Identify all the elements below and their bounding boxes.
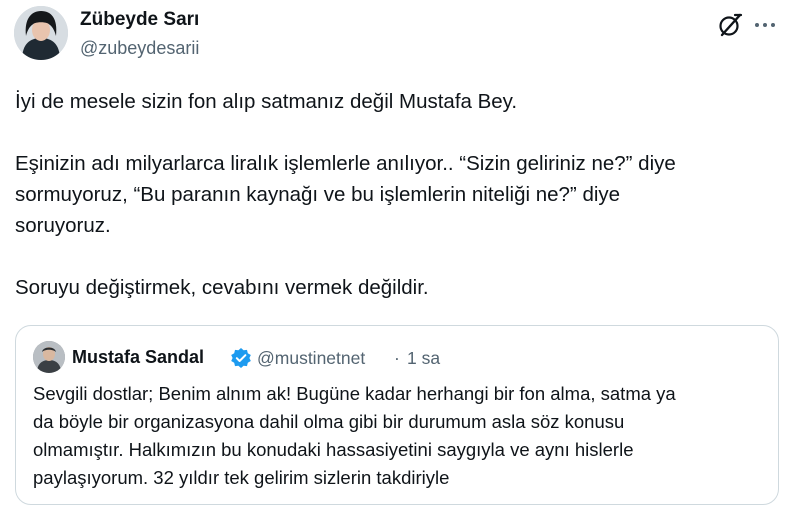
tweet-line: soruyoruz. (15, 214, 111, 237)
author-handle[interactable]: @zubeydesarii (80, 38, 199, 59)
quoted-line: paylaşıyorum. 32 yıldır tek gelirim sizl… (33, 467, 450, 488)
verified-badge-icon (230, 347, 252, 369)
tweet-line: Soruyu değiştirmek, cevabını vermek deği… (15, 276, 429, 299)
quoted-tweet-text: Sevgili dostlar; Benim alnım ak! Bugüne … (33, 380, 768, 492)
tweet-line: İyi de mesele sizin fon alıp satmanız de… (15, 90, 518, 113)
author-avatar-image (14, 6, 68, 60)
quoted-tweet-card[interactable]: Mustafa Sandal @mustinetnet · 1 sa Sevgi… (15, 325, 779, 505)
grok-icon-glyph (719, 13, 743, 37)
grok-icon[interactable] (716, 11, 744, 39)
quoted-author-handle: @mustinetnet (257, 348, 366, 368)
quoted-line: da böyle bir organizasyona dahil olma gi… (33, 411, 625, 432)
author-name[interactable]: Zübeyde Sarı (80, 9, 199, 31)
quoted-timestamp[interactable]: 1 sa (407, 348, 440, 369)
tweet-text: İyi de mesele sizin fon alıp satmanız de… (15, 86, 775, 303)
quoted-avatar-image (33, 341, 65, 373)
more-dots-glyph (755, 23, 775, 27)
more-options-icon[interactable] (753, 16, 777, 34)
quoted-line: olmamıştır. Halkımızın bu konudaki hassa… (33, 439, 634, 460)
verified-badge-glyph (231, 348, 251, 368)
quoted-line: Sevgili dostlar; Benim alnım ak! Bugüne … (33, 383, 676, 404)
quoted-author-avatar (33, 341, 65, 373)
author-avatar[interactable] (14, 6, 68, 60)
tweet-line: sormuyoruz, “Bu paranın kaynağı ve bu iş… (15, 183, 621, 206)
quoted-author-name: Mustafa Sandal (72, 347, 205, 367)
separator-dot: · (394, 348, 400, 368)
tweet-line: Eşinizin adı milyarlarca liralık işlemle… (15, 152, 676, 175)
